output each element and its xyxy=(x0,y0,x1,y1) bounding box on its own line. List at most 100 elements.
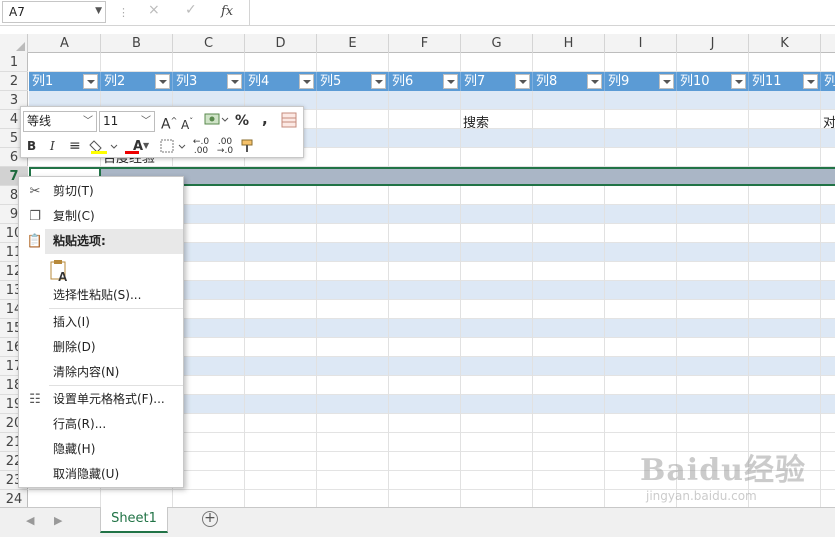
font-name-select[interactable]: 等线 ﹀ xyxy=(23,111,97,132)
table-header-cell[interactable]: 列1 xyxy=(29,72,101,91)
column-header[interactable]: D xyxy=(245,34,317,53)
filter-dropdown-icon[interactable] xyxy=(83,74,98,89)
chevron-down-icon: ▼ xyxy=(143,141,150,150)
filter-dropdown-icon[interactable] xyxy=(227,74,242,89)
font-name-value: 等线 xyxy=(27,114,52,128)
table-header-cell[interactable]: 列11 xyxy=(749,72,821,91)
font-color-swatch xyxy=(125,151,139,154)
name-box[interactable]: A7 ▼ xyxy=(2,1,106,23)
filter-dropdown-icon[interactable] xyxy=(587,74,602,89)
italic-button[interactable]: I xyxy=(50,137,55,155)
chevron-down-icon[interactable]: ▼ xyxy=(95,1,102,21)
column-header[interactable]: B xyxy=(101,34,173,53)
grow-font-button[interactable]: A^ xyxy=(161,112,177,133)
column-header[interactable]: J xyxy=(677,34,749,53)
chevron-down-icon: ﹀ xyxy=(141,116,151,127)
paste-button[interactable]: A xyxy=(49,259,71,284)
menu-item-copy[interactable]: ❐ 复制(C) xyxy=(19,204,183,229)
paste-icon: A xyxy=(50,260,68,284)
menu-item-format-cells[interactable]: ☷ 设置单元格格式(F)... xyxy=(19,387,183,412)
menu-item-cut[interactable]: ✂ 剪切(T) xyxy=(19,179,183,204)
column-header[interactable]: H xyxy=(533,34,605,53)
column-header[interactable]: K xyxy=(749,34,821,53)
cell-g4[interactable]: 搜索 xyxy=(463,112,489,131)
menu-item-unhide[interactable]: 取消隐藏(U) xyxy=(19,462,183,487)
percent-style-button[interactable]: % xyxy=(235,112,249,130)
fill-color-button[interactable] xyxy=(89,137,119,155)
column-header[interactable]: G xyxy=(461,34,533,53)
border-icon xyxy=(160,139,186,153)
menu-item-paste-special[interactable]: 选择性粘贴(S)... xyxy=(19,283,183,308)
filter-dropdown-icon[interactable] xyxy=(515,74,530,89)
table-header-cell[interactable]: 列4 xyxy=(245,72,317,91)
column-header[interactable]: I xyxy=(605,34,677,53)
scroll-right-icon[interactable]: ▶ xyxy=(54,514,62,527)
align-center-icon[interactable]: ≡ xyxy=(69,137,81,155)
table-header-label: 列5 xyxy=(320,74,342,89)
filter-dropdown-icon[interactable] xyxy=(371,74,386,89)
decrease-decimal-button[interactable]: .00 →.0 xyxy=(215,138,235,156)
menu-item-delete[interactable]: 删除(D) xyxy=(19,335,183,360)
name-box-value: A7 xyxy=(9,5,25,19)
watermark-url: jingyan.baidu.com xyxy=(646,489,757,503)
copy-icon: ❐ xyxy=(29,209,41,224)
table-header-cell[interactable]: 列10 xyxy=(677,72,749,91)
bold-button[interactable]: B xyxy=(27,137,36,155)
formula-input[interactable] xyxy=(249,0,835,25)
format-painter-button[interactable] xyxy=(239,137,257,155)
cancel-icon[interactable]: × xyxy=(148,2,160,18)
row-header[interactable]: 1 xyxy=(0,53,28,72)
fill-bucket-icon xyxy=(89,140,118,154)
filter-dropdown-icon[interactable] xyxy=(443,74,458,89)
filter-dropdown-icon[interactable] xyxy=(659,74,674,89)
column-header[interactable]: F xyxy=(389,34,461,53)
format-cells-icon: ☷ xyxy=(29,392,41,407)
menu-item-clear-contents[interactable]: 清除内容(N) xyxy=(19,360,183,385)
table-header-label: 列6 xyxy=(392,74,414,89)
table-header-cell[interactable]: 列3 xyxy=(173,72,245,91)
shrink-font-button[interactable]: Aˇ xyxy=(181,113,193,132)
column-header[interactable]: A xyxy=(29,34,101,53)
menu-item-insert[interactable]: 插入(I) xyxy=(19,310,183,335)
gridline xyxy=(748,53,749,507)
row-header[interactable]: 2 xyxy=(0,72,28,91)
select-all-corner[interactable] xyxy=(0,34,28,53)
table-header-cell[interactable]: 列6 xyxy=(389,72,461,91)
filter-dropdown-icon[interactable] xyxy=(731,74,746,89)
table-header-cell[interactable]: 列 xyxy=(821,72,835,91)
menu-paste-options-header: 📋 粘贴选项: xyxy=(19,229,183,254)
gridline xyxy=(388,53,389,507)
menu-divider xyxy=(49,308,183,309)
font-size-select[interactable]: 11 ﹀ xyxy=(99,111,155,132)
table-header-cell[interactable]: 列5 xyxy=(317,72,389,91)
table-header-cell[interactable]: 列9 xyxy=(605,72,677,91)
filter-dropdown-icon[interactable] xyxy=(299,74,314,89)
menu-item-row-height[interactable]: 行高(R)... xyxy=(19,412,183,437)
increase-decimal-button[interactable]: ←.0 .00 xyxy=(191,138,211,156)
table-style-button[interactable] xyxy=(281,112,297,130)
gridline xyxy=(604,53,605,507)
column-header[interactable]: E xyxy=(317,34,389,53)
table-header-label: 列3 xyxy=(176,74,198,89)
table-header-cell[interactable]: 列8 xyxy=(533,72,605,91)
cell-l4[interactable]: 对 xyxy=(823,112,835,131)
svg-text:A: A xyxy=(58,269,68,283)
filter-dropdown-icon[interactable] xyxy=(155,74,170,89)
table-header-label: 列11 xyxy=(752,74,782,89)
enter-icon[interactable]: ✓ xyxy=(185,2,197,18)
comma-style-button[interactable]: , xyxy=(262,110,268,128)
column-header[interactable]: C xyxy=(173,34,245,53)
table-header-cell[interactable]: 列2 xyxy=(101,72,173,91)
insert-function-button[interactable]: fx xyxy=(221,4,233,19)
table-header-cell[interactable]: 列7 xyxy=(461,72,533,91)
gridline xyxy=(316,53,317,507)
filter-dropdown-icon[interactable] xyxy=(803,74,818,89)
menu-item-hide[interactable]: 隐藏(H) xyxy=(19,437,183,462)
font-color-button[interactable]: A ▼ xyxy=(123,137,153,155)
add-sheet-icon[interactable]: + xyxy=(202,511,218,527)
column-header-bar: ABCDEFGHIJK xyxy=(0,34,835,53)
accounting-format-button[interactable] xyxy=(202,112,230,130)
sheet-tab[interactable]: Sheet1 xyxy=(100,507,168,533)
borders-button[interactable] xyxy=(159,137,189,155)
scroll-left-icon[interactable]: ◀ xyxy=(26,514,34,527)
